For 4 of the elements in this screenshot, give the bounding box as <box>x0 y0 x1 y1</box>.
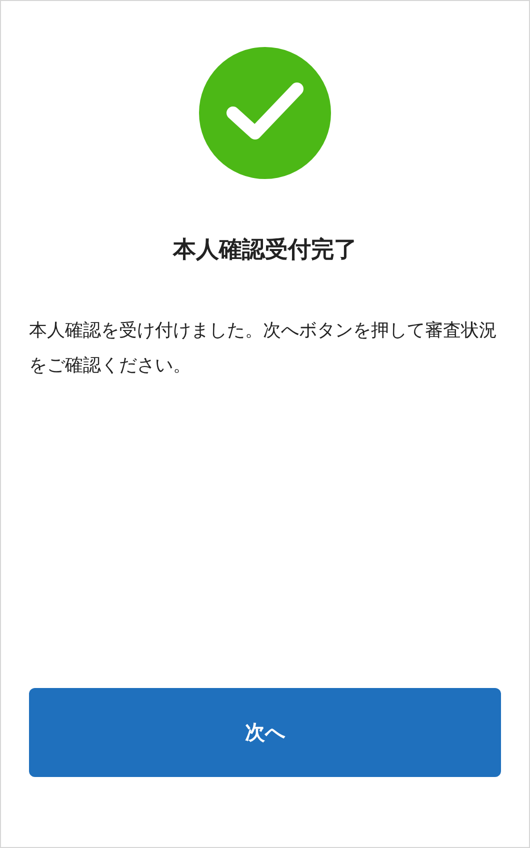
page-title: 本人確認受付完了 <box>173 236 357 265</box>
message-text: 本人確認を受け付けました。次へボタンを押して審査状況をご確認ください。 <box>29 319 498 378</box>
success-check-icon <box>199 47 331 179</box>
next-button[interactable]: 次へ <box>29 688 501 777</box>
